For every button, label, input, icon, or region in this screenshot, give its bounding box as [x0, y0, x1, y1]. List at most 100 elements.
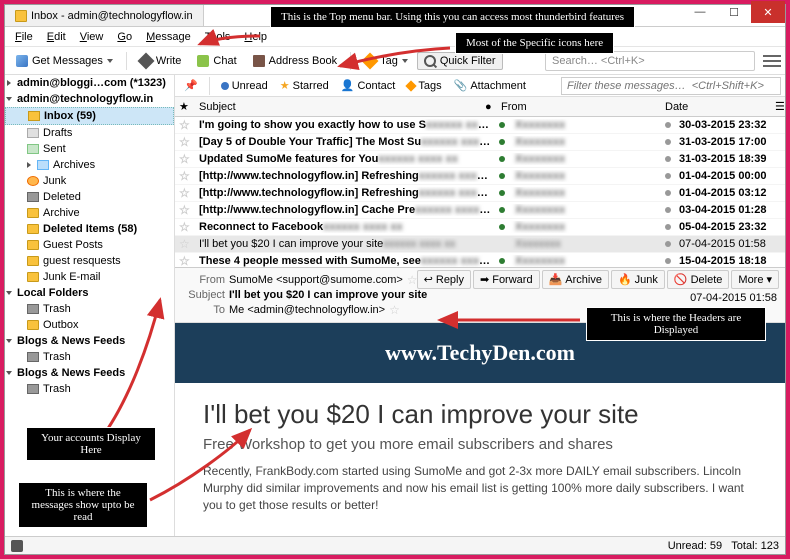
- junk-button[interactable]: 🔥 Junk: [611, 270, 665, 289]
- folder-archive[interactable]: Archive: [5, 205, 174, 221]
- get-messages-button[interactable]: Get Messages: [9, 52, 120, 70]
- folder-tree: admin@bloggi…com (*1323)admin@technology…: [5, 75, 175, 536]
- folder-trash[interactable]: Trash: [5, 301, 174, 317]
- anno-icons: Most of the Specific icons here: [455, 32, 614, 54]
- anno-top-menu: This is the Top menu bar. Using this you…: [270, 6, 635, 28]
- toolbar: Get Messages Write Chat Address Book Tag…: [5, 47, 785, 75]
- body-title: I'll bet you $20 I can improve your site: [203, 399, 757, 430]
- filter-attachment[interactable]: 📎Attachment: [449, 78, 531, 93]
- menu-message[interactable]: Message: [140, 30, 197, 44]
- folder-guest-resquests[interactable]: guest resquests: [5, 253, 174, 269]
- message-row[interactable]: ☆[http://www.technologyflow.in] Refreshi…: [175, 168, 785, 185]
- anno-messages: This is where the messages show upto be …: [18, 482, 148, 528]
- reply-button[interactable]: ↩ Reply: [417, 270, 471, 289]
- app-window: Inbox - admin@technologyflow.in — ☐ ✕ Fi…: [4, 4, 786, 555]
- address-book-button[interactable]: Address Book: [246, 52, 344, 70]
- local-folders[interactable]: Local Folders: [5, 285, 174, 301]
- status-bar: Unread: 59 Total: 123: [5, 536, 785, 554]
- anno-accounts: Your accounts Display Here: [26, 427, 156, 461]
- msg-date: 07-04-2015 01:58: [690, 292, 777, 304]
- activity-icon[interactable]: [11, 540, 23, 552]
- message-row[interactable]: ☆Reconnect to Facebookxxxxxx xxxx xxXxxx…: [175, 219, 785, 236]
- folder-trash[interactable]: Trash: [5, 381, 174, 397]
- write-button[interactable]: Write: [133, 52, 188, 70]
- menu-bar: FileEditViewGoMessageToolsHelp: [5, 27, 785, 47]
- quick-filter-bar: 📌 Unread ★Starred 👤Contact Tags 📎Attachm…: [175, 75, 785, 97]
- folder-outbox[interactable]: Outbox: [5, 317, 174, 333]
- account-2[interactable]: admin@technologyflow.in: [5, 91, 174, 107]
- tag-icon: [362, 52, 379, 69]
- col-read[interactable]: ●: [481, 101, 497, 113]
- message-body: www.TechyDen.com I'll bet you $20 I can …: [175, 323, 785, 536]
- book-icon: [253, 55, 265, 67]
- menu-help[interactable]: Help: [238, 30, 273, 44]
- menu-view[interactable]: View: [74, 30, 110, 44]
- message-list-header: ★ Subject ● From Date ☰: [175, 97, 785, 117]
- inbox-icon: [15, 10, 27, 22]
- maximize-button[interactable]: ☐: [717, 1, 751, 23]
- tag-button[interactable]: Tag: [357, 52, 415, 70]
- msg-from[interactable]: SumoMe <support@sumome.com>: [229, 274, 403, 286]
- folder-junk[interactable]: Junk: [5, 173, 174, 189]
- message-list: ☆I'm going to show you exactly how to us…: [175, 117, 785, 267]
- chevron-down-icon: [107, 59, 113, 63]
- close-button[interactable]: ✕: [751, 1, 785, 23]
- pencil-icon: [137, 52, 154, 69]
- filter-pin[interactable]: 📌: [179, 78, 203, 93]
- col-date[interactable]: Date: [661, 101, 771, 113]
- delete-button[interactable]: 🚫 Delete: [667, 270, 730, 289]
- menu-edit[interactable]: Edit: [41, 30, 72, 44]
- msg-to[interactable]: Me <admin@technologyflow.in>: [229, 304, 385, 316]
- menu-go[interactable]: Go: [111, 30, 138, 44]
- message-row[interactable]: ☆I'll bet you $20 I can improve your sit…: [175, 236, 785, 253]
- filter-tags[interactable]: Tags: [402, 79, 446, 93]
- search-icon: [424, 55, 436, 67]
- status-unread: Unread: 59: [668, 540, 722, 552]
- download-icon: [16, 55, 28, 67]
- menu-tools[interactable]: Tools: [199, 30, 237, 44]
- filter-starred[interactable]: ★Starred: [275, 78, 334, 93]
- msg-subject: I'll bet you $20 I can improve your site: [229, 289, 427, 301]
- window-title: Inbox - admin@technologyflow.in: [31, 10, 193, 22]
- folder-trash[interactable]: Trash: [5, 349, 174, 365]
- quick-filter-button[interactable]: Quick Filter: [417, 52, 503, 70]
- folder-guest-posts[interactable]: Guest Posts: [5, 237, 174, 253]
- account-1[interactable]: admin@bloggi…com (*1323): [5, 75, 174, 91]
- app-menu-button[interactable]: [763, 54, 781, 68]
- filter-unread[interactable]: Unread: [216, 79, 273, 93]
- folder-deleted-items-[interactable]: Deleted Items (58): [5, 221, 174, 237]
- main-area: admin@bloggi…com (*1323)admin@technology…: [5, 75, 785, 536]
- col-from[interactable]: From: [497, 101, 647, 113]
- col-subject[interactable]: Subject: [195, 101, 481, 113]
- filter-contact[interactable]: 👤Contact: [336, 78, 401, 93]
- folder-deleted[interactable]: Deleted: [5, 189, 174, 205]
- anno-headers: This is where the Headers are Displayed: [586, 307, 766, 341]
- folder-sent[interactable]: Sent: [5, 141, 174, 157]
- message-row[interactable]: ☆[http://www.technologyflow.in] Refreshi…: [175, 185, 785, 202]
- folder-inbox-[interactable]: Inbox (59): [5, 107, 174, 125]
- menu-file[interactable]: File: [9, 30, 39, 44]
- message-row[interactable]: ☆These 4 people messed with SumoMe, seex…: [175, 253, 785, 267]
- minimize-button[interactable]: —: [683, 1, 717, 23]
- folder-drafts[interactable]: Drafts: [5, 125, 174, 141]
- body-paragraph: Recently, FrankBody.com started using Su…: [203, 463, 757, 513]
- archive-button[interactable]: 📥 Archive: [542, 270, 609, 289]
- feeds-1[interactable]: Blogs & News Feeds: [5, 333, 174, 349]
- status-total: Total: 123: [731, 540, 779, 552]
- feeds-2[interactable]: Blogs & News Feeds: [5, 365, 174, 381]
- more-button[interactable]: More ▾: [731, 270, 779, 289]
- message-row[interactable]: ☆[Day 5 of Double Your Traffic] The Most…: [175, 134, 785, 151]
- folder-archives[interactable]: Archives: [5, 157, 174, 173]
- body-subtitle: Free Workshop to get you more email subs…: [203, 436, 757, 453]
- message-row[interactable]: ☆I'm going to show you exactly how to us…: [175, 117, 785, 134]
- window-tab[interactable]: Inbox - admin@technologyflow.in: [5, 5, 204, 26]
- folder-junk-e-mail[interactable]: Junk E-mail: [5, 269, 174, 285]
- message-row[interactable]: ☆Updated SumoMe features for Youxxxxxx x…: [175, 151, 785, 168]
- chevron-down-icon: [402, 59, 408, 63]
- chat-icon: [197, 55, 209, 67]
- message-row[interactable]: ☆[http://www.technologyflow.in] Cache Pr…: [175, 202, 785, 219]
- message-actions: ↩ Reply ➡ Forward 📥 Archive 🔥 Junk 🚫 Del…: [417, 270, 779, 289]
- forward-button[interactable]: ➡ Forward: [473, 270, 540, 289]
- filter-input[interactable]: [561, 77, 781, 95]
- chat-button[interactable]: Chat: [190, 52, 243, 70]
